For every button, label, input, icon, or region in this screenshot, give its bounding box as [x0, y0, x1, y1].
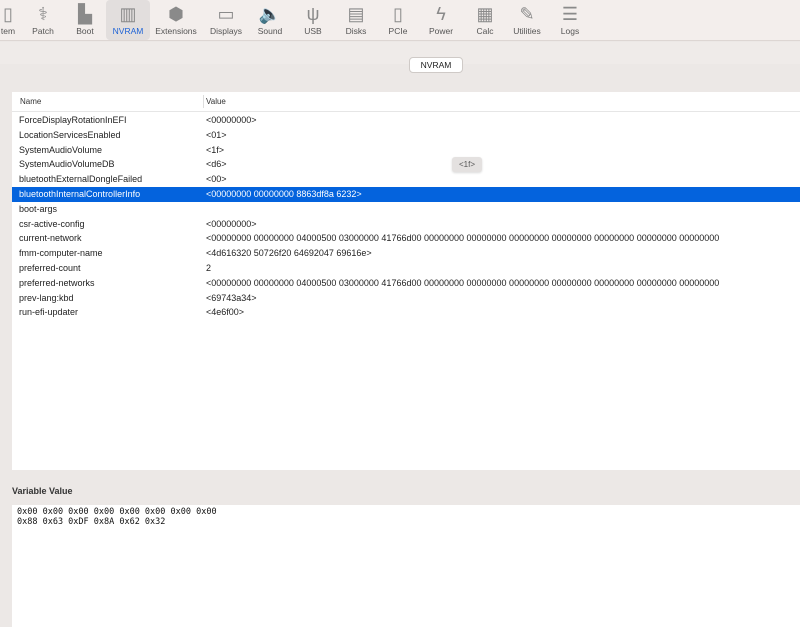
- pcie-card-icon: ▯: [393, 4, 403, 24]
- row-name: fmm-computer-name: [19, 248, 103, 259]
- disk-icon: ▤: [347, 4, 365, 24]
- row-value: <00000000 00000000 8863df8a 6232>: [206, 189, 362, 199]
- toolbar-item-patch[interactable]: ⚕ Patch: [21, 0, 65, 40]
- table-row[interactable]: bluetoothExternalDongleFailed <00>: [12, 172, 800, 187]
- table-row[interactable]: LocationServicesEnabled <01>: [12, 128, 800, 143]
- nvram-table[interactable]: Name Value ForceDisplayRotationInEFI <000…: [12, 92, 800, 470]
- table-row[interactable]: fmm-computer-name <4d616320 50726f20 6469…: [12, 246, 800, 261]
- row-name: bluetoothInternalControllerInfo: [19, 189, 141, 199]
- variable-value-label: Variable Value: [12, 486, 73, 496]
- toolbar-item-utilities[interactable]: ✎ Utilities: [505, 0, 549, 40]
- row-name: boot-args: [19, 203, 58, 214]
- row-name: LocationServicesEnabled: [19, 129, 121, 140]
- table-row[interactable]: csr-active-config <00000000>: [12, 217, 800, 232]
- toolbar-item-disks[interactable]: ▤ Disks: [334, 0, 378, 40]
- table-row[interactable]: run-efi-updater <4e6f00>: [12, 305, 800, 320]
- bandage-icon: ⚕: [38, 4, 48, 24]
- toolbar-item-label: USB: [304, 26, 322, 36]
- table-row[interactable]: SystemAudioVolumeDB <d6>: [12, 157, 800, 172]
- toolbar-item-label: Calc: [476, 26, 494, 36]
- column-header-value[interactable]: Value: [206, 97, 226, 106]
- row-name: SystemAudioVolumeDB: [19, 159, 115, 170]
- variable-value-field[interactable]: 0x00 0x00 0x00 0x00 0x00 0x00 0x00 0x00 …: [12, 505, 800, 627]
- row-value: <1f>: [206, 144, 225, 155]
- row-value: <4d616320 50726f20 64692047 69616e>: [206, 248, 372, 259]
- toolbar-item-nvram[interactable]: ▥ NVRAM: [106, 0, 150, 40]
- toolbar-item-label: Power: [428, 26, 454, 36]
- table-row[interactable]: current-network <00000000 00000000 040005…: [12, 231, 800, 246]
- row-value: <69743a34>: [206, 292, 257, 303]
- toolbar-item-label: Displays: [209, 26, 243, 36]
- toolbar-item-pcie[interactable]: ▯ PCIe: [376, 0, 420, 40]
- table-row[interactable]: preferred-count 2: [12, 261, 800, 276]
- row-name: run-efi-updater: [19, 307, 79, 318]
- row-name: prev-lang:kbd: [19, 292, 74, 303]
- toolbar-item-sound[interactable]: 🔈 Sound: [248, 0, 292, 40]
- toolbar-item-extensions[interactable]: ⬢ Extensions: [154, 0, 198, 40]
- logs-icon: ☰: [561, 4, 579, 24]
- table-row[interactable]: bluetoothInternalControllerInfo <00000000…: [12, 187, 800, 202]
- variable-value-line: 0x00 0x00 0x00 0x00 0x00 0x00 0x00 0x00: [17, 507, 217, 517]
- nvram-section-button[interactable]: NVRAM: [409, 57, 463, 73]
- row-name: ForceDisplayRotationInEFI: [19, 115, 127, 125]
- toolbar-item-power[interactable]: ϟ Power: [419, 0, 463, 40]
- toolbar-item-calc[interactable]: ▦ Calc: [463, 0, 507, 40]
- display-icon: ▭: [217, 4, 235, 24]
- toolbar-item-label: Disks: [345, 26, 367, 36]
- table-row[interactable]: boot-args: [12, 202, 800, 217]
- toolbar-item-usb[interactable]: ψ USB: [291, 0, 335, 40]
- row-value: <00000000 00000000 04000500 03000000 417…: [206, 233, 720, 244]
- row-value: <00>: [206, 174, 227, 185]
- column-header-name[interactable]: Name: [20, 97, 41, 106]
- row-name: csr-active-config: [19, 218, 85, 229]
- extensions-icon: ⬢: [168, 4, 184, 24]
- row-name: preferred-networks: [19, 277, 95, 288]
- speaker-icon: 🔈: [258, 4, 282, 24]
- value-tooltip: <1f>: [452, 157, 482, 172]
- power-bolt-icon: ϟ: [436, 4, 446, 24]
- toolbar-item-displays[interactable]: ▭ Displays: [204, 0, 248, 40]
- table-row[interactable]: prev-lang:kbd <69743a34>: [12, 291, 800, 306]
- toolbar-item-logs[interactable]: ☰ Logs: [548, 0, 592, 40]
- table-row[interactable]: SystemAudioVolume <1f>: [12, 143, 800, 158]
- row-name: current-network: [19, 233, 82, 244]
- table-row[interactable]: ForceDisplayRotationInEFI <00000000>: [12, 113, 800, 128]
- toolbar: ▯ tem ⚕ Patch ▙ Boot ▥ NVRAM ⬢ Extensions ▭ Display…: [0, 0, 800, 41]
- boot-icon: ▙: [78, 4, 92, 24]
- table-row[interactable]: preferred-networks <00000000 00000000 040…: [12, 276, 800, 291]
- row-name: bluetoothExternalDongleFailed: [19, 174, 143, 185]
- table-header: Name Value: [12, 92, 800, 112]
- nvram-chip-icon: ▥: [119, 4, 137, 24]
- row-value: <00000000>: [206, 115, 257, 125]
- row-value: <01>: [206, 129, 227, 140]
- toolbar-item-label: Logs: [560, 26, 580, 36]
- toolbar-item-label: Utilities: [513, 26, 541, 36]
- row-value: <d6>: [206, 159, 227, 170]
- toolbar-item-label: NVRAM: [112, 26, 144, 36]
- row-value: <00000000>: [206, 218, 257, 229]
- toolbar-item-label: Sound: [257, 26, 283, 36]
- row-name: preferred-count: [19, 263, 81, 273]
- toolbar-item-boot[interactable]: ▙ Boot: [63, 0, 107, 40]
- toolbar-item-label: PCIe: [388, 26, 408, 36]
- variable-value-line: 0x88 0x63 0xDF 0x8A 0x62 0x32: [17, 517, 166, 527]
- section-strip: [0, 42, 800, 64]
- usb-icon: ψ: [306, 4, 320, 24]
- column-divider[interactable]: [203, 95, 204, 108]
- toolbar-item-label: Extensions: [155, 26, 197, 36]
- row-value: 2: [206, 263, 212, 273]
- wrench-icon: ✎: [519, 4, 535, 24]
- toolbar-item-label: Patch: [32, 26, 54, 36]
- row-name: SystemAudioVolume: [19, 144, 103, 155]
- toolbar-item-label: Boot: [76, 26, 94, 36]
- row-value: <4e6f00>: [206, 307, 245, 318]
- calculator-icon: ▦: [476, 4, 494, 24]
- row-value: <00000000 00000000 04000500 03000000 417…: [206, 277, 720, 288]
